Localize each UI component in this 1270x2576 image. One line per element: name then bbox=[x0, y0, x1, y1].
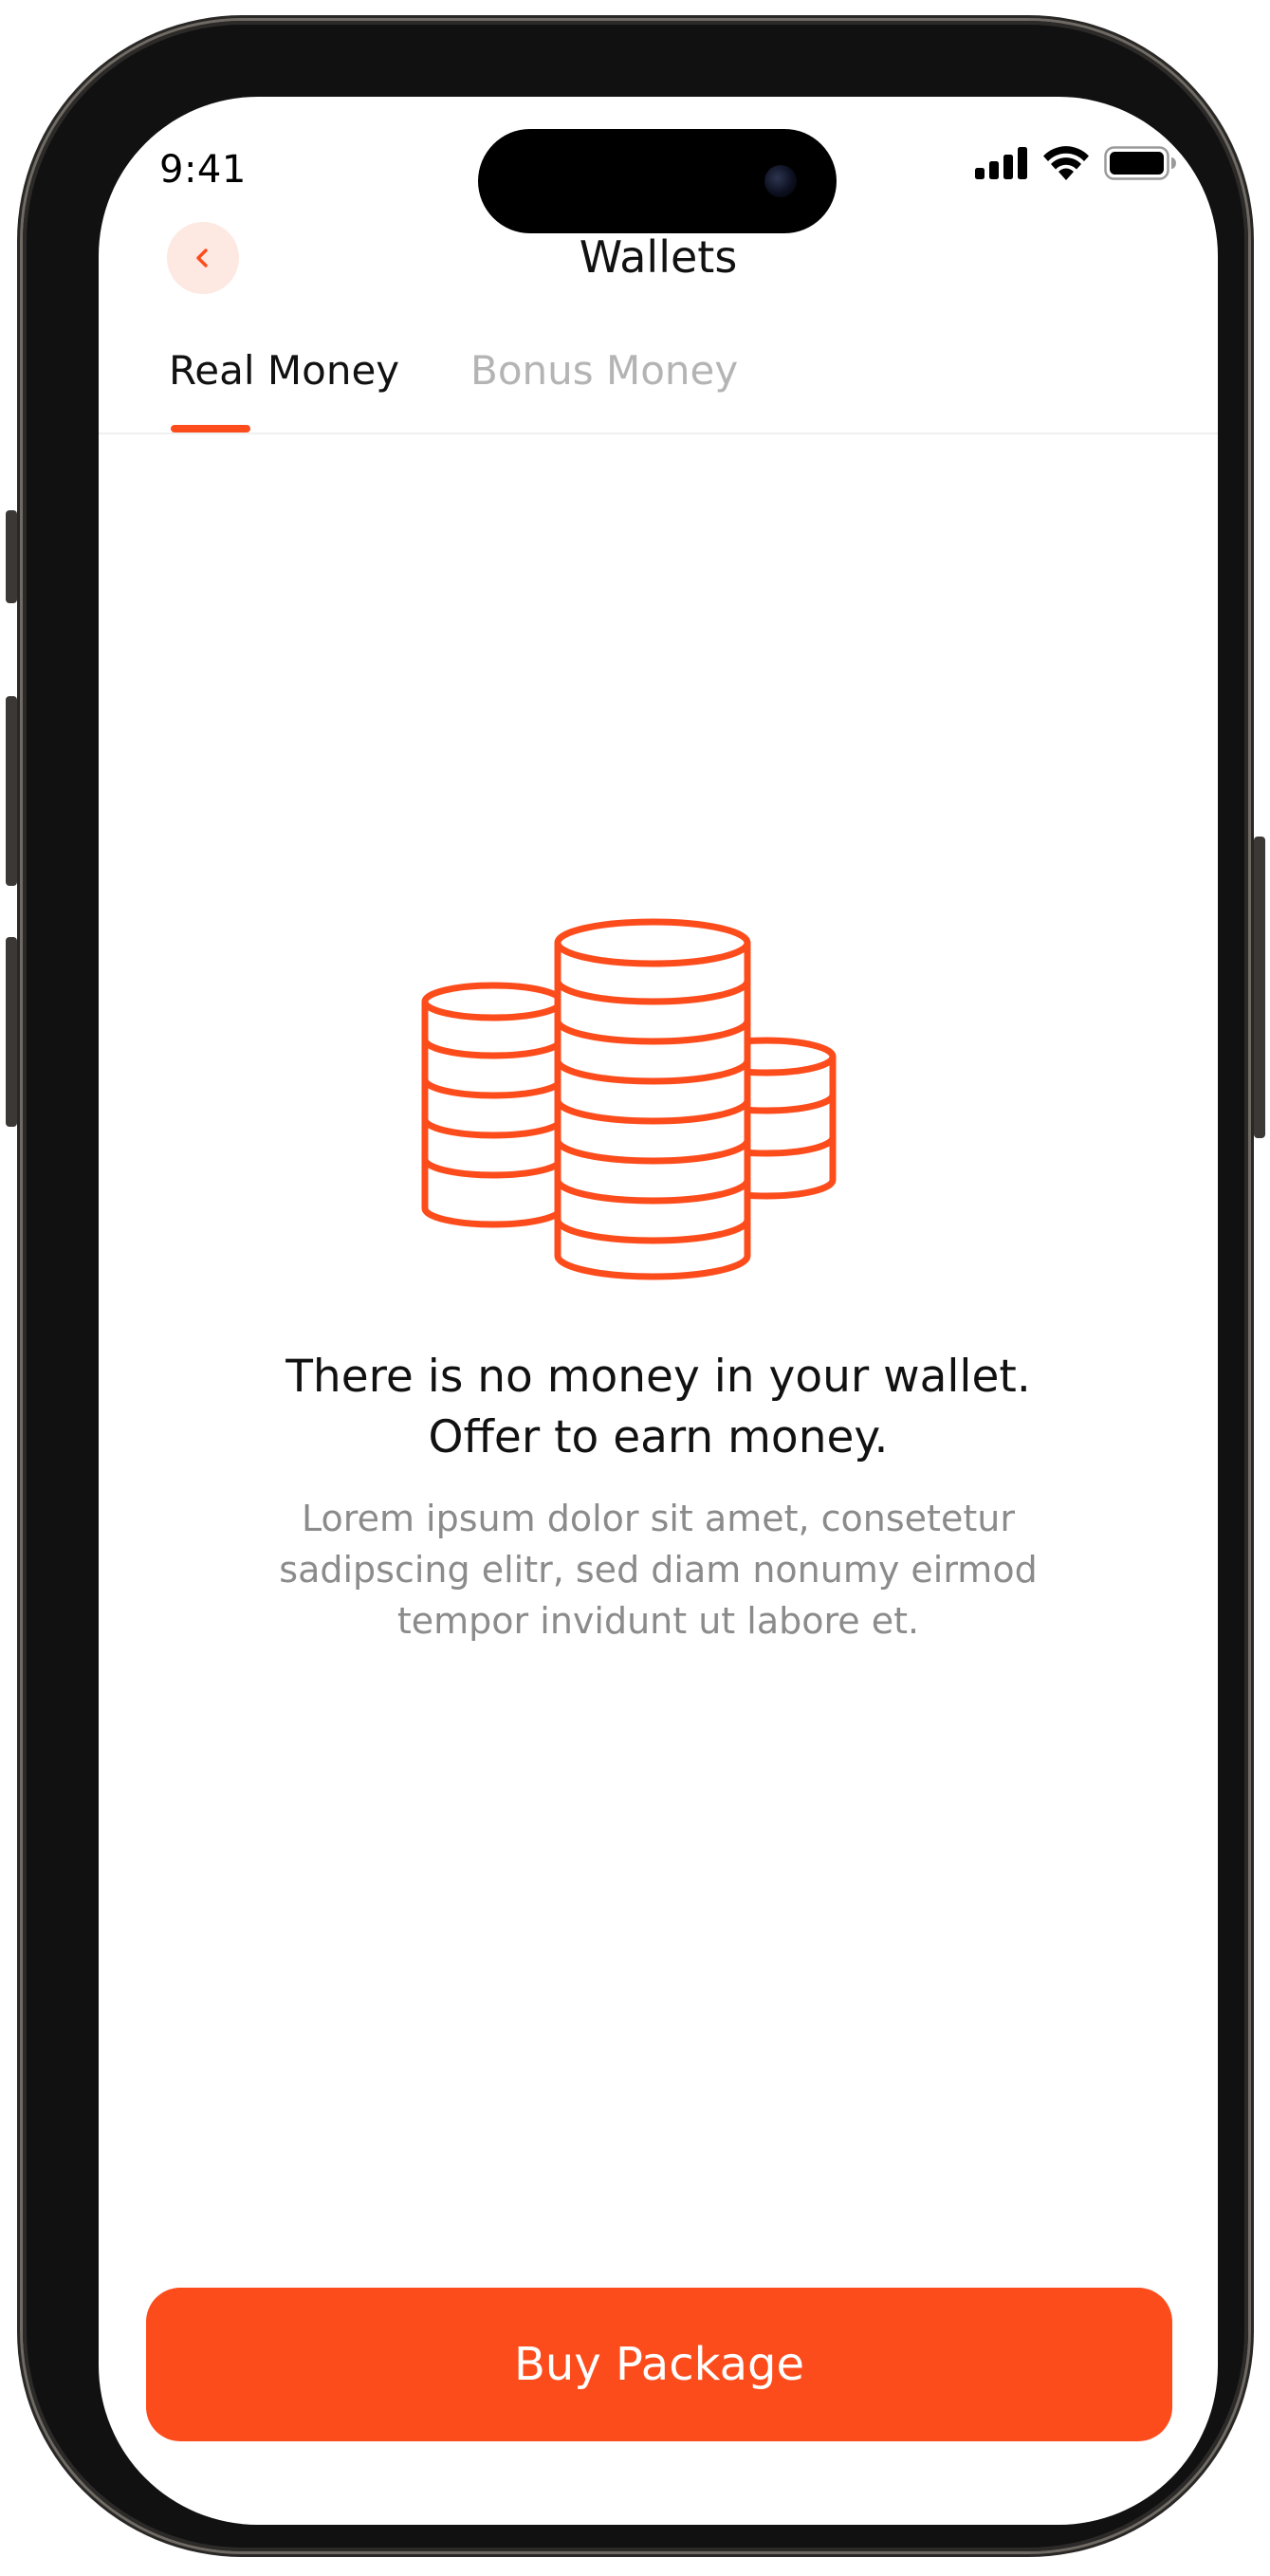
front-camera-icon bbox=[764, 165, 797, 197]
wallet-tabs: Real Money Bonus Money bbox=[99, 334, 1218, 434]
volume-down-button bbox=[6, 937, 17, 1127]
cellular-signal-icon bbox=[975, 147, 1027, 179]
dynamic-island bbox=[478, 129, 837, 233]
active-tab-indicator bbox=[171, 425, 250, 432]
action-button bbox=[6, 510, 17, 603]
phone-frame: 9:41 Wallets Real Money Bonus Money Ther… bbox=[6, 21, 1265, 2551]
page-title: Wallets bbox=[579, 231, 738, 283]
empty-state-title-line1: There is no money in your wallet. bbox=[285, 1351, 1031, 1403]
app-screen: 9:41 Wallets Real Money Bonus Money Ther… bbox=[99, 97, 1218, 2525]
status-icons bbox=[975, 146, 1176, 180]
coin-stacks-icon bbox=[421, 918, 837, 1280]
tab-bonus-money[interactable]: Bonus Money bbox=[470, 347, 738, 394]
wifi-icon bbox=[1043, 146, 1089, 180]
battery-icon bbox=[1104, 146, 1176, 180]
buy-package-button[interactable]: Buy Package bbox=[146, 2288, 1172, 2441]
power-button bbox=[1254, 837, 1265, 1138]
empty-state-description: Lorem ipsum dolor sit amet, consetetur s… bbox=[279, 1498, 1038, 1642]
tab-real-money[interactable]: Real Money bbox=[169, 347, 399, 394]
empty-state-title: There is no money in your wallet. Offer … bbox=[156, 1347, 1161, 1468]
empty-state-title-line2: Offer to earn money. bbox=[428, 1411, 889, 1463]
volume-up-button bbox=[6, 696, 17, 886]
status-time: 9:41 bbox=[159, 148, 247, 192]
